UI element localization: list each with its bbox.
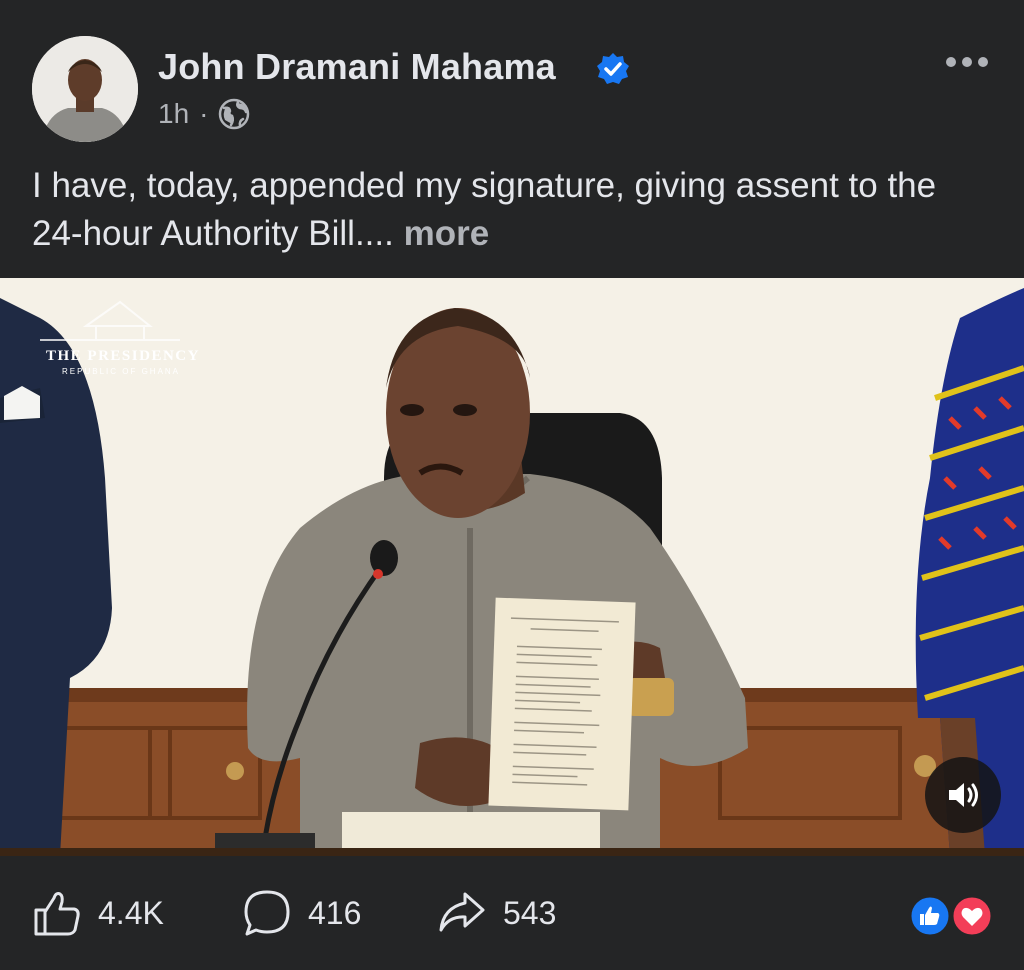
post-actions: 4.4K 416 543 bbox=[0, 856, 1024, 970]
like-button[interactable]: 4.4K bbox=[32, 888, 164, 938]
globe-icon bbox=[219, 98, 250, 130]
author-name[interactable]: John Dramani Mahama bbox=[158, 46, 556, 88]
more-options-icon[interactable] bbox=[944, 54, 990, 70]
share-count: 543 bbox=[503, 894, 557, 931]
watermark-subtitle: REPUBLIC OF GHANA bbox=[62, 367, 180, 376]
share-arrow-icon bbox=[439, 892, 485, 932]
verified-badge-icon bbox=[597, 53, 629, 84]
post-time[interactable]: 1h bbox=[158, 98, 189, 130]
reactions-summary[interactable] bbox=[906, 894, 996, 938]
thumbs-up-icon bbox=[34, 892, 80, 936]
sound-toggle-button[interactable] bbox=[925, 757, 1001, 833]
meta-separator: · bbox=[199, 98, 209, 129]
see-more-link[interactable]: more bbox=[404, 214, 490, 253]
comment-button[interactable]: 416 bbox=[242, 888, 361, 938]
post-meta: 1h · bbox=[158, 96, 250, 132]
like-count: 4.4K bbox=[98, 894, 164, 931]
avatar-image bbox=[32, 36, 138, 142]
watermark-title: THE PRESIDENCY bbox=[46, 348, 200, 364]
comment-count: 416 bbox=[308, 894, 362, 931]
comment-bubble-icon bbox=[244, 890, 290, 936]
speaker-icon bbox=[949, 783, 978, 807]
video-frame: THE PRESIDENCY REPUBLIC OF GHANA bbox=[0, 278, 1024, 856]
author-avatar[interactable] bbox=[32, 36, 138, 142]
post-text: I have, today, appended my signature, gi… bbox=[32, 162, 992, 258]
share-button[interactable]: 543 bbox=[437, 888, 556, 938]
post-video[interactable]: THE PRESIDENCY REPUBLIC OF GHANA bbox=[0, 278, 1024, 856]
post-header: John Dramani Mahama 1h · I have, today, … bbox=[0, 0, 1024, 278]
